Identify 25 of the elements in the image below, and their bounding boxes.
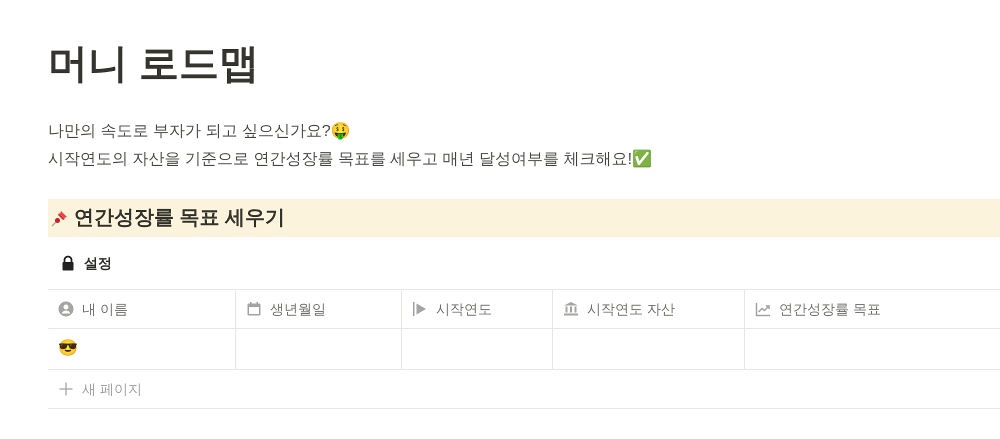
column-label: 생년월일 [270,300,326,318]
column-label: 시작연도 자산 [587,300,675,318]
column-header[interactable]: 연간성장률 목표 [744,290,1000,328]
description-line: 시작연도의 자산을 기준으로 연간성장률 목표를 세우고 매년 달성여부를 체크해요!✅ [48,148,654,170]
plus-icon [58,381,74,397]
column-header[interactable]: 시작연도 자산 [552,290,744,328]
column-header[interactable]: 시작연도 [401,290,552,328]
description-line: 나만의 속도로 부자가 되고 싶으신가요?🤑 [48,121,352,142]
page-title: 머니 로드맵 [48,41,260,88]
view-tab[interactable]: 설정 [84,252,112,274]
column-header[interactable]: 생년월일 [235,290,401,328]
line-chart-icon [755,301,771,317]
person-icon [58,301,74,317]
lock-icon [60,255,76,271]
table-cell-text: 😎 [57,338,79,359]
column-header[interactable]: 내 이름 [48,290,235,328]
column-label: 시작연도 [436,300,492,318]
pin-icon [50,208,70,228]
calendar-icon [246,301,262,317]
bank-icon [563,301,579,317]
column-label: 연간성장률 목표 [779,300,881,318]
new-page-button[interactable]: 새 페이지 [48,370,1000,409]
column-label: 내 이름 [82,300,128,318]
section-heading: 연간성장률 목표 세우기 [74,206,286,231]
play-icon [412,301,428,317]
